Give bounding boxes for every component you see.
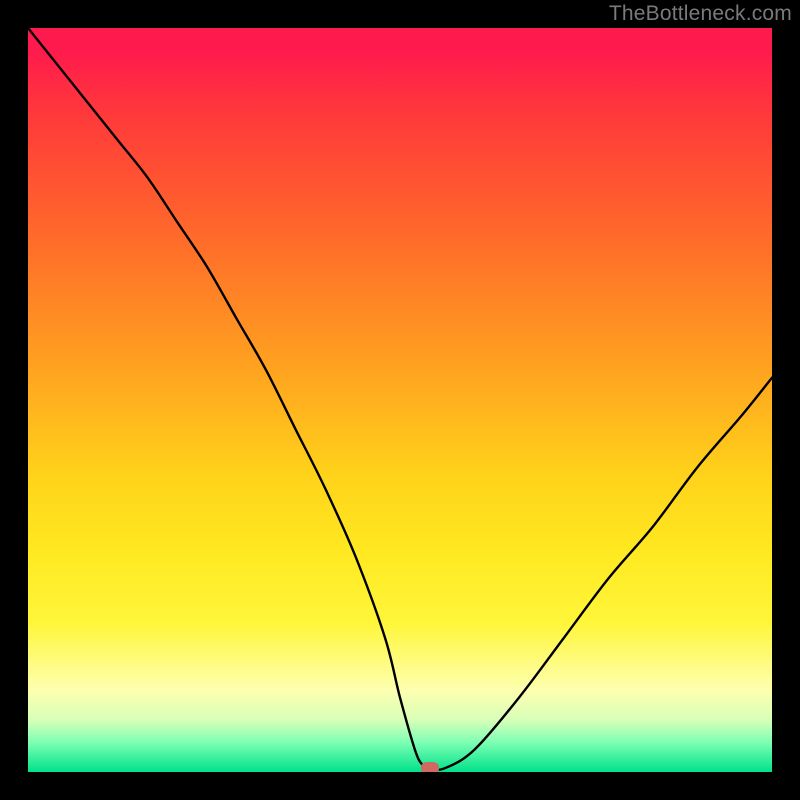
chart-frame: TheBottleneck.com xyxy=(0,0,800,800)
watermark-text: TheBottleneck.com xyxy=(609,2,792,26)
bottleneck-curve xyxy=(28,28,772,772)
optimal-point-marker xyxy=(421,762,439,772)
plot-area xyxy=(28,28,772,772)
